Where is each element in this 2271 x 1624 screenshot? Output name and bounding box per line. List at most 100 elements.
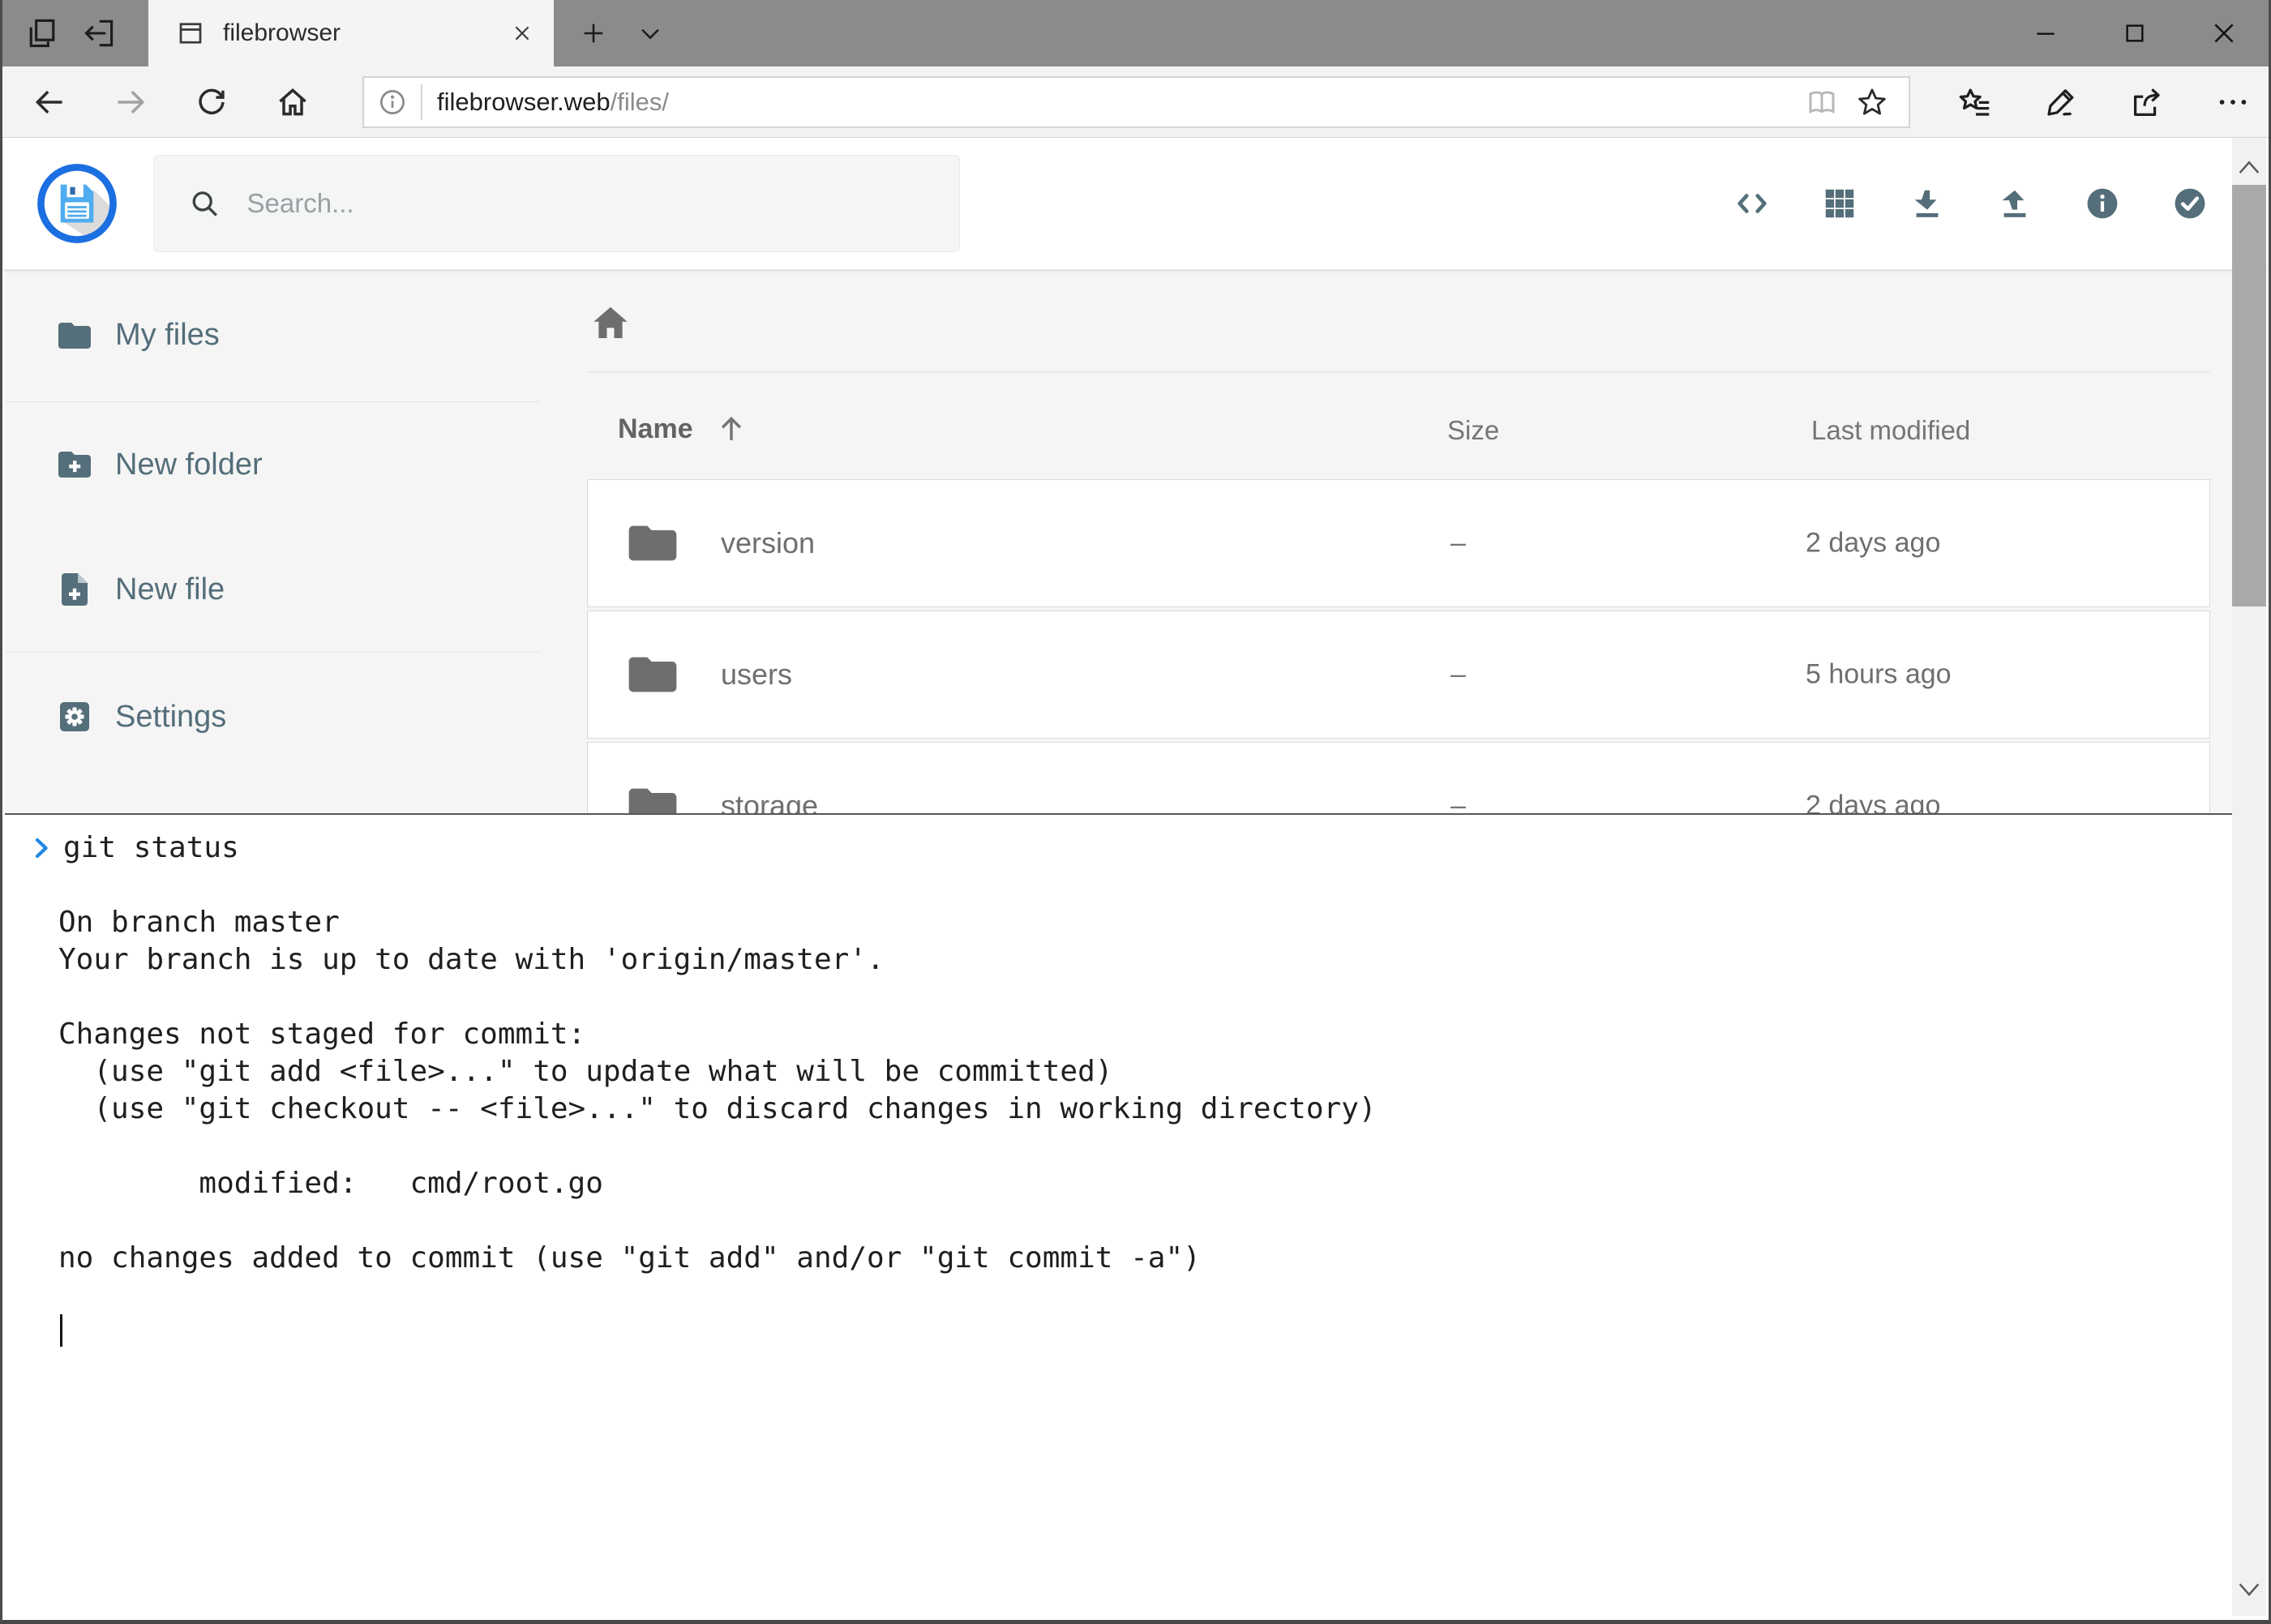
scrollbar-up-button[interactable]	[2232, 149, 2266, 185]
breadcrumb-home-icon	[589, 302, 632, 345]
titlebar: filebrowser	[2, 0, 2269, 66]
sidebar-item-new-folder[interactable]: New folder	[5, 402, 540, 527]
folder-icon	[627, 652, 679, 697]
check-circle-icon	[2171, 184, 2209, 223]
raw-code-view-button[interactable]	[1733, 182, 1771, 225]
page-icon	[176, 19, 205, 48]
scroll-down-icon	[2235, 1580, 2263, 1600]
column-header-size[interactable]: Size	[1447, 415, 1499, 446]
terminal-command: git status	[63, 829, 239, 867]
set-tabs-aside-button[interactable]	[71, 0, 127, 66]
search-box[interactable]	[153, 155, 960, 252]
web-notes-button[interactable]	[2040, 78, 2082, 126]
search-icon	[188, 186, 221, 221]
page-scrollbar[interactable]	[2232, 138, 2266, 1616]
terminal-panel[interactable]: git status On branch master Your branch …	[5, 813, 2237, 1616]
terminal-cursor	[60, 1314, 62, 1347]
floppy-disk-logo-icon	[36, 163, 118, 244]
tab-list-dropdown[interactable]	[622, 0, 679, 66]
download-icon	[1909, 185, 1946, 222]
search-input[interactable]	[247, 188, 935, 219]
address-bar: filebrowser.web/files/	[2, 66, 2269, 138]
home-icon	[275, 84, 311, 120]
url-text: filebrowser.web/files/	[437, 88, 1797, 117]
close-button[interactable]	[2179, 0, 2269, 66]
maximize-icon	[2122, 20, 2148, 46]
refresh-icon	[194, 84, 229, 120]
info-icon	[2084, 184, 2121, 223]
sidebar-item-new-file[interactable]: New file	[5, 527, 540, 652]
grid-view-icon	[1821, 185, 1858, 222]
column-header-name[interactable]: Name	[618, 412, 748, 446]
content-divider	[587, 371, 2210, 373]
new-tab-button[interactable]	[565, 0, 622, 66]
breadcrumb-home-button[interactable]	[589, 302, 632, 345]
url-host: filebrowser.web	[437, 88, 611, 116]
ellipsis-icon	[2214, 84, 2252, 121]
upload-icon	[1996, 185, 2033, 222]
minimize-button[interactable]	[2001, 0, 2090, 66]
browser-tab[interactable]: filebrowser	[148, 0, 554, 66]
app-header	[2, 138, 2269, 269]
column-header-modified[interactable]: Last modified	[1811, 415, 1970, 446]
file-modified: 5 hours ago	[1806, 659, 1952, 691]
reading-view-button[interactable]	[1797, 79, 1847, 125]
create-new-folder-icon	[55, 445, 94, 484]
file-name: users	[721, 658, 792, 692]
reading-view-icon	[1805, 85, 1839, 119]
download-button[interactable]	[1909, 182, 1946, 225]
sidebar-item-settings[interactable]: Settings	[5, 653, 540, 781]
prompt-chevron-icon	[29, 833, 54, 863]
file-size: –	[1450, 659, 1466, 691]
file-row-users[interactable]: users – 5 hours ago	[587, 611, 2210, 739]
sidebar-item-label: My files	[115, 318, 220, 353]
favorites-list-icon	[1956, 84, 1994, 121]
folder-icon	[627, 521, 679, 566]
browser-window: filebrowser	[0, 0, 2271, 1624]
home-button[interactable]	[275, 78, 311, 126]
info-button[interactable]	[2084, 182, 2121, 225]
app-logo[interactable]	[36, 163, 118, 244]
back-button[interactable]	[32, 78, 67, 126]
minimize-icon	[2033, 20, 2059, 46]
forward-icon	[113, 84, 148, 120]
tab-preview-button[interactable]	[14, 0, 71, 66]
site-info-icon[interactable]	[377, 87, 408, 118]
sort-ascending-icon	[714, 412, 748, 446]
sidebar-item-label: New folder	[115, 448, 263, 482]
url-separator	[421, 84, 422, 120]
maximize-button[interactable]	[2090, 0, 2179, 66]
upload-button[interactable]	[1996, 182, 2033, 225]
share-icon	[2128, 84, 2166, 121]
sidebar: My files New folder New file	[5, 269, 540, 781]
scrollbar-down-button[interactable]	[2232, 1572, 2266, 1608]
url-path: /files/	[611, 88, 669, 116]
star-icon	[1855, 85, 1889, 119]
hub-favorites-button[interactable]	[1954, 78, 1996, 126]
terminal-prompt-line: git status	[5, 829, 2237, 867]
file-name: version	[721, 526, 815, 560]
more-menu-button[interactable]	[2212, 78, 2254, 126]
tab-preview-icon	[24, 15, 60, 51]
scroll-up-icon	[2235, 157, 2263, 177]
new-file-icon	[55, 570, 94, 609]
window-controls	[2001, 0, 2269, 66]
header-actions	[1733, 182, 2209, 225]
url-field[interactable]: filebrowser.web/files/	[362, 76, 1910, 128]
add-favorite-button[interactable]	[1847, 79, 1897, 125]
select-multiple-button[interactable]	[2171, 182, 2209, 225]
grid-view-button[interactable]	[1821, 182, 1858, 225]
share-button[interactable]	[2126, 78, 2168, 126]
pen-icon	[2042, 84, 2080, 121]
scrollbar-thumb[interactable]	[2232, 185, 2266, 606]
sidebar-item-my-files[interactable]: My files	[5, 269, 540, 401]
file-size: –	[1450, 528, 1466, 559]
terminal-output: On branch master Your branch is up to da…	[5, 904, 2237, 1277]
tab-title: filebrowser	[223, 19, 512, 47]
set-tabs-aside-icon	[81, 15, 117, 51]
file-row-version[interactable]: version – 2 days ago	[587, 479, 2210, 607]
tab-close-icon[interactable]	[512, 23, 533, 44]
refresh-button[interactable]	[194, 78, 229, 126]
settings-gear-icon	[55, 697, 94, 736]
forward-button[interactable]	[113, 78, 148, 126]
